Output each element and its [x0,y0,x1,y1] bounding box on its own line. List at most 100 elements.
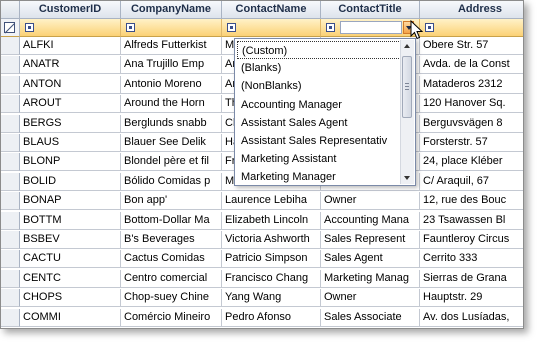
cell-customerid[interactable]: BOLID [20,172,121,191]
contacttitle-filter-dropdown[interactable]: (Custom) (Blanks) (NonBlanks) Accounting Ma… [234,38,416,186]
dropdown-item[interactable]: Assistant Sales Representativ [237,132,401,150]
cell-customerid[interactable]: CHOPS [20,289,121,308]
cell-companyname[interactable]: Blondel père et fil [121,153,222,172]
cell-customerid[interactable]: ANTON [20,75,121,94]
cell-address[interactable]: Sierras de Grana [420,270,523,288]
row-indicator[interactable] [1,269,20,288]
cell-address[interactable]: Avda. de la Const [420,56,523,75]
cell-address[interactable]: 24, place Kléber [420,153,523,172]
cell-customerid[interactable]: BLAUS [20,134,121,152]
filter-operator-icon[interactable] [25,23,34,32]
cell-customerid[interactable]: CACTU [20,250,121,269]
cell-contacttitle[interactable]: Owner [321,289,420,308]
cell-address[interactable]: Obere Str. 57 [420,37,523,55]
row-indicator[interactable] [1,37,20,55]
column-header-companyname[interactable]: CompanyName [121,1,222,19]
cell-companyname[interactable]: Alfreds Futterkist [121,37,222,55]
column-header-contacttitle[interactable]: ContactTitle [321,1,420,19]
cell-contacttitle[interactable]: Accounting Mana [321,211,420,230]
cell-companyname[interactable]: Chop-suey Chine [121,289,222,308]
row-indicator[interactable] [1,250,20,269]
cell-contacttitle[interactable]: Marketing Manag [321,269,420,288]
dropdown-scrollbar[interactable] [400,40,414,184]
cell-customerid[interactable]: BLONP [20,153,121,172]
dropdown-item[interactable]: (Custom) [237,41,401,60]
cell-address[interactable]: 12, rue des Bouc [420,192,523,211]
cell-address[interactable]: Hauptstr. 29 [420,289,523,308]
table-row[interactable]: CHOPS Chop-suey Chine Yang Wang Owner Haupts… [1,289,523,308]
row-indicator[interactable] [1,153,20,172]
cell-companyname[interactable]: Centro comercial [121,269,222,288]
filter-operator-icon[interactable] [425,23,434,32]
column-header-customerid[interactable]: CustomerID [20,1,121,19]
filter-cell-companyname[interactable] [121,19,222,37]
filter-cell-contacttitle[interactable] [321,19,420,37]
dropdown-item[interactable]: (Blanks) [237,59,401,77]
scroll-up-icon[interactable] [404,44,410,48]
cell-customerid[interactable]: CENTC [20,269,121,288]
filter-cell-address[interactable] [420,19,523,37]
row-indicator[interactable] [1,95,20,114]
filter-clear-icon[interactable] [4,22,15,33]
row-indicator[interactable] [1,134,20,152]
cell-companyname[interactable]: Antonio Moreno [121,75,222,94]
dropdown-item[interactable]: Assistant Sales Agent [237,114,401,132]
filter-operator-icon[interactable] [227,23,236,32]
cell-address[interactable]: Av. dos Lusíadas, [420,309,523,327]
cell-companyname[interactable]: Blauer See Delik [121,134,222,152]
cell-address[interactable]: Forsterstr. 57 [420,134,523,152]
cell-contactname[interactable]: Elizabeth Lincoln [222,211,321,230]
dropdown-item[interactable]: Marketing Assistant [237,150,401,168]
cell-companyname[interactable]: Bólido Comidas p [121,172,222,191]
cell-customerid[interactable]: BERGS [20,114,121,133]
dropdown-item[interactable]: Marketing Manager [237,168,401,186]
cell-contacttitle[interactable]: Sales Associate [321,308,420,327]
cell-contactname[interactable]: Francisco Chang [222,269,321,288]
cell-customerid[interactable]: BONAP [20,192,121,211]
cell-contactname[interactable]: Patricio Simpson [222,250,321,269]
table-row[interactable]: BSBEV B's Beverages Victoria Ashworth Sales… [1,231,523,249]
cell-companyname[interactable]: Cactus Comidas [121,250,222,269]
cell-contactname[interactable]: Pedro Afonso [222,308,321,327]
cell-companyname[interactable]: Comércio Mineiro [121,308,222,327]
cell-contacttitle[interactable]: Owner [321,192,420,211]
cell-companyname[interactable]: Around the Horn [121,95,222,114]
filter-cell-customerid[interactable] [20,19,121,37]
table-row[interactable]: CENTC Centro comercial Francisco Chang Mark… [1,269,523,288]
column-header-contactname[interactable]: ContactName [222,1,321,19]
contacttitle-filter-input[interactable] [340,21,402,34]
table-row[interactable]: CACTU Cactus Comidas Patricio Simpson Sales… [1,250,523,269]
row-indicator[interactable] [1,289,20,308]
cell-customerid[interactable]: ALFKI [20,37,121,55]
cell-address[interactable]: Fauntleroy Circus [420,231,523,249]
cell-address[interactable]: Mataderos 2312 [420,76,523,94]
cell-customerid[interactable]: AROUT [20,95,121,114]
column-header-address[interactable]: Address [420,1,523,19]
cell-address[interactable]: C/ Araquil, 67 [420,173,523,191]
cell-customerid[interactable]: BSBEV [20,231,121,249]
scrollbar-thumb[interactable] [402,56,412,118]
filter-operator-icon[interactable] [126,23,135,32]
table-row[interactable]: BOTTM Bottom-Dollar Ma Elizabeth Lincoln Ac… [1,211,523,230]
cell-companyname[interactable]: Bon app' [121,192,222,211]
cell-address[interactable]: Berguvsvägen 8 [420,115,523,133]
cell-address[interactable]: 120 Hanover Sq. [420,95,523,114]
cell-companyname[interactable]: Bottom-Dollar Ma [121,211,222,230]
cell-companyname[interactable]: B's Beverages [121,231,222,249]
cell-customerid[interactable]: ANATR [20,56,121,75]
cell-customerid[interactable]: COMMI [20,308,121,327]
cell-contactname[interactable]: Victoria Ashworth [222,231,321,249]
row-indicator[interactable] [1,308,20,327]
filter-operator-icon[interactable] [326,23,335,32]
cell-contactname[interactable]: Laurence Lebiha [222,192,321,211]
cell-contacttitle[interactable]: Sales Represent [321,231,420,249]
row-indicator[interactable] [1,211,20,230]
row-indicator[interactable] [1,114,20,133]
dropdown-item[interactable]: Accounting Manager [237,96,401,114]
cell-address[interactable]: Cerrito 333 [420,250,523,269]
cell-address[interactable]: 23 Tsawassen Bl [420,212,523,230]
cell-contactname[interactable]: Yang Wang [222,289,321,308]
table-row[interactable]: COMMI Comércio Mineiro Pedro Afonso Sales A… [1,308,523,327]
dropdown-item[interactable]: (NonBlanks) [237,77,401,95]
row-indicator[interactable] [1,172,20,191]
